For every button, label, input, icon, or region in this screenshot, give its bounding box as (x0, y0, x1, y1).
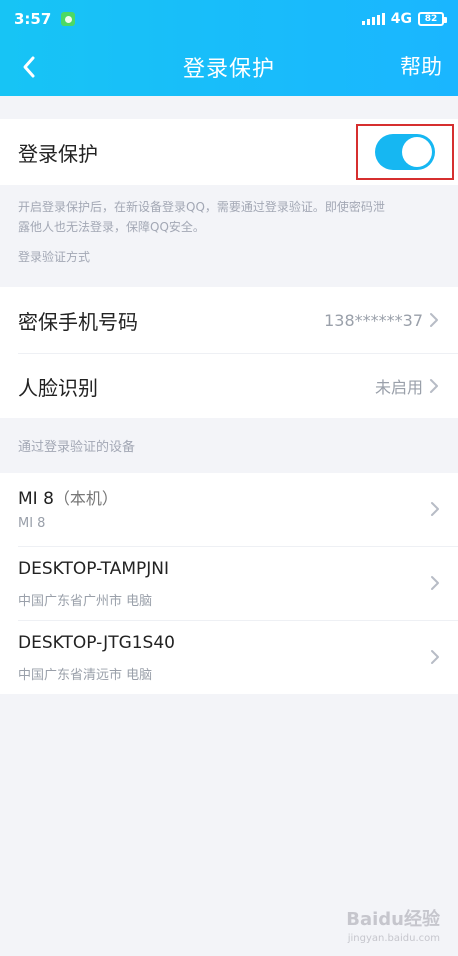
baidu-watermark: Baidu经验 jingyan.baidu.com (346, 905, 440, 944)
battery-level: 82 (424, 13, 438, 24)
navigation-bar: 登录保护 帮助 (0, 38, 458, 96)
watermark-brand: Baidu经验 (346, 909, 440, 930)
back-button[interactable] (14, 52, 44, 82)
phone-method-row[interactable]: 密保手机号码 138******37 (0, 287, 458, 353)
back-arrow-icon (23, 56, 35, 78)
device-name: DESKTOP-JTG1S40 (18, 633, 175, 653)
top-spacer (0, 96, 458, 119)
protection-hint-block: 开启登录保护后，在新设备登录QQ，需要通过登录验证。即使密码泄 露他人也无法登录… (0, 185, 458, 287)
battery-icon: 82 (418, 12, 447, 26)
status-time: 3:57 (14, 10, 52, 28)
toggle-knob (402, 137, 432, 167)
protection-description-line-2: 露他人也无法登录，保障QQ安全。 (18, 220, 205, 234)
face-method-value-wrap: 未启用 (375, 374, 440, 398)
protection-description-line-1: 开启登录保护后，在新设备登录QQ，需要通过登录验证。即使密码泄 (18, 200, 385, 214)
help-button[interactable]: 帮助 (400, 51, 442, 81)
login-protection-toggle[interactable] (375, 134, 435, 170)
device-name: DESKTOP-TAMPJNI (18, 559, 169, 579)
device-name-text: DESKTOP-JTG1S40 (18, 633, 175, 653)
status-right: 4G 82 (361, 11, 447, 27)
phone-method-value: 138******37 (324, 310, 423, 330)
login-protection-label: 登录保护 (18, 141, 98, 166)
device-row-mi8[interactable]: MI 8（本机） MI 8 (0, 473, 458, 546)
chevron-right-icon (430, 575, 440, 595)
content: 登录保护 开启登录保护后，在新设备登录QQ，需要通过登录验证。即使密码泄 露他人… (0, 96, 458, 694)
devices-section-label: 通过登录验证的设备 (18, 440, 136, 455)
device-subtitle: 中国广东省清远市 电脑 (18, 668, 153, 683)
face-method-value: 未启用 (374, 378, 423, 397)
signal-icon (361, 13, 385, 25)
devices-section-header: 通过登录验证的设备 (0, 418, 458, 473)
devices-list: MI 8（本机） MI 8 DESKTOP-TAMPJNI 中国广东省广州市 电… (0, 473, 458, 694)
chevron-right-icon (428, 312, 440, 328)
login-methods-label: 登录验证方式 (18, 250, 91, 264)
methods-list: 密保手机号码 138******37 人脸识别 未启用 (0, 287, 458, 418)
device-current-tag: （本机） (53, 489, 118, 508)
face-method-label: 人脸识别 (18, 375, 98, 400)
device-subtitle: MI 8 (18, 516, 46, 531)
status-bar: 3:57 4G 82 (0, 0, 458, 38)
chevron-right-icon (430, 501, 440, 521)
phone-method-label: 密保手机号码 (18, 309, 138, 334)
device-name-text: DESKTOP-TAMPJNI (18, 559, 170, 579)
device-row-desktop-tampjni[interactable]: DESKTOP-TAMPJNI 中国广东省广州市 电脑 (0, 547, 458, 620)
network-type: 4G (390, 11, 412, 27)
login-protection-row: 登录保护 (0, 119, 458, 185)
phone-method-value-wrap: 138******37 (324, 311, 440, 330)
page-title: 登录保护 (182, 57, 275, 82)
top-bar: 3:57 4G 82 登录保护 帮助 (0, 0, 458, 96)
device-name-text: MI 8 (18, 489, 54, 509)
chevron-right-icon (430, 649, 440, 669)
face-method-row[interactable]: 人脸识别 未启用 (0, 354, 458, 418)
watermark-url: jingyan.baidu.com (347, 933, 440, 944)
device-name: MI 8（本机） (18, 485, 118, 509)
chevron-right-icon (428, 378, 440, 394)
toggle-highlight-box (356, 124, 454, 180)
device-subtitle: 中国广东省广州市 电脑 (18, 594, 153, 609)
notification-app-icon (61, 12, 76, 26)
device-row-desktop-jtg1s40[interactable]: DESKTOP-JTG1S40 中国广东省清远市 电脑 (0, 621, 458, 694)
status-left: 3:57 (14, 10, 76, 28)
